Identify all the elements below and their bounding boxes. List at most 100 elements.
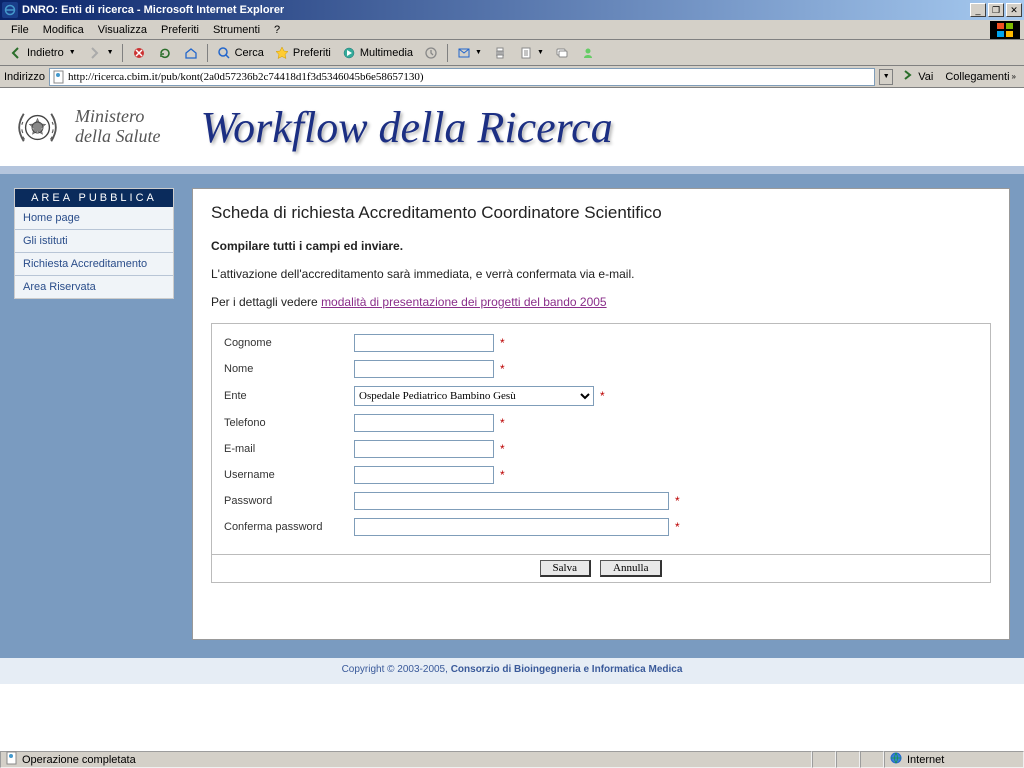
menu-strumenti[interactable]: Strumenti	[206, 22, 267, 38]
input-email[interactable]	[354, 440, 494, 458]
messenger-icon	[580, 45, 596, 61]
forward-arrow-icon	[86, 45, 102, 61]
toolbar: Indietro ▼ ▼ Cerca Preferiti Multimedia …	[0, 40, 1024, 66]
row-cognome: Cognome *	[224, 334, 978, 352]
edit-button[interactable]: ▼	[514, 43, 548, 63]
main-layout: AREA PUBBLICA Home page Gli istituti Ric…	[0, 174, 1024, 654]
home-icon	[183, 45, 199, 61]
internet-zone-icon	[889, 751, 903, 768]
sidebar-item-istituti[interactable]: Gli istituti	[15, 230, 173, 253]
menu-preferiti[interactable]: Preferiti	[154, 22, 206, 38]
multimedia-button[interactable]: Multimedia	[337, 43, 417, 63]
italian-emblem-icon	[10, 100, 65, 155]
status-text-cell: Operazione completata	[0, 751, 812, 768]
input-cognome[interactable]	[354, 334, 494, 352]
edit-icon	[518, 45, 534, 61]
form-instruction: Compilare tutti i campi ed inviare.	[211, 239, 991, 253]
address-input-wrapper[interactable]	[49, 68, 875, 86]
select-ente[interactable]: Ospedale Pediatrico Bambino Gesù	[354, 386, 594, 406]
search-button[interactable]: Cerca	[212, 43, 268, 63]
back-button[interactable]: Indietro ▼	[4, 43, 80, 63]
statusbar: Operazione completata Internet	[0, 750, 1024, 768]
page-done-icon	[5, 751, 19, 768]
close-button[interactable]: ✕	[1006, 3, 1022, 17]
details-prefix: Per i dettagli vedere	[211, 295, 321, 309]
links-label: Collegamenti	[945, 71, 1009, 83]
button-row: Salva Annulla	[211, 555, 991, 583]
label-password: Password	[224, 495, 354, 507]
input-password[interactable]	[354, 492, 669, 510]
history-icon	[423, 45, 439, 61]
minimize-button[interactable]: _	[970, 3, 986, 17]
address-input[interactable]	[68, 71, 872, 83]
links-chevron-icon: »	[1012, 72, 1016, 81]
sidebar-item-home[interactable]: Home page	[15, 207, 173, 230]
cancel-button[interactable]: Annulla	[600, 560, 662, 577]
status-cell-1	[812, 751, 836, 768]
stop-button[interactable]	[127, 43, 151, 63]
input-conferma-password[interactable]	[354, 518, 669, 536]
details-link[interactable]: modalità di presentazione dei progetti d…	[321, 295, 607, 309]
label-nome: Nome	[224, 363, 354, 375]
history-button[interactable]	[419, 43, 443, 63]
multimedia-icon	[341, 45, 357, 61]
status-cell-3	[860, 751, 884, 768]
menu-visualizza[interactable]: Visualizza	[91, 22, 154, 38]
window-titlebar: DNRO: Enti di ricerca - Microsoft Intern…	[0, 0, 1024, 20]
required-mark: *	[500, 416, 505, 430]
status-text: Operazione completata	[22, 754, 136, 766]
form-box: Cognome * Nome * Ente Ospedale Pediatric…	[211, 323, 991, 555]
input-nome[interactable]	[354, 360, 494, 378]
forward-button[interactable]: ▼	[82, 43, 118, 63]
sidebar-item-richiesta[interactable]: Richiesta Accreditamento	[15, 253, 173, 276]
refresh-button[interactable]	[153, 43, 177, 63]
address-label: Indirizzo	[4, 71, 45, 83]
toolbar-separator	[207, 44, 208, 62]
mail-button[interactable]: ▼	[452, 43, 486, 63]
page-icon	[52, 70, 66, 84]
input-telefono[interactable]	[354, 414, 494, 432]
home-button[interactable]	[179, 43, 203, 63]
maximize-button[interactable]: ❐	[988, 3, 1004, 17]
activation-text: L'attivazione dell'accreditamento sarà i…	[211, 267, 991, 281]
favorites-button[interactable]: Preferiti	[270, 43, 335, 63]
go-arrow-icon	[901, 68, 915, 85]
menu-file[interactable]: File	[4, 22, 36, 38]
toolbar-separator	[122, 44, 123, 62]
forward-dropdown-icon: ▼	[107, 49, 114, 56]
address-dropdown[interactable]: ▼	[879, 69, 893, 85]
save-button[interactable]: Salva	[540, 560, 591, 577]
input-username[interactable]	[354, 466, 494, 484]
links-button[interactable]: Collegamenti »	[941, 70, 1020, 84]
status-zone: Internet	[884, 751, 1024, 768]
required-mark: *	[500, 468, 505, 482]
sidebar-item-area-riservata[interactable]: Area Riservata	[15, 276, 173, 298]
messenger-button[interactable]	[576, 43, 600, 63]
copyright-org: Consorzio di Bioingegneria e Informatica…	[451, 664, 683, 675]
row-ente: Ente Ospedale Pediatrico Bambino Gesù *	[224, 386, 978, 406]
ministero-line1: Ministero	[75, 107, 160, 127]
label-telefono: Telefono	[224, 417, 354, 429]
details-text: Per i dettagli vedere modalità di presen…	[211, 295, 991, 309]
row-nome: Nome *	[224, 360, 978, 378]
workflow-title: Workflow della Ricerca	[200, 102, 612, 153]
discussion-button[interactable]	[550, 43, 574, 63]
menu-help[interactable]: ?	[267, 22, 287, 38]
status-cell-2	[836, 751, 860, 768]
row-email: E-mail *	[224, 440, 978, 458]
blue-strip	[0, 166, 1024, 174]
menubar: File Modifica Visualizza Preferiti Strum…	[0, 20, 1024, 40]
back-label: Indietro	[27, 47, 64, 59]
discussion-icon	[554, 45, 570, 61]
row-conferma-password: Conferma password *	[224, 518, 978, 536]
mail-icon	[456, 45, 472, 61]
go-button[interactable]: Vai	[897, 67, 937, 86]
ministero-text: Ministero della Salute	[75, 107, 160, 147]
favorites-label: Preferiti	[293, 47, 331, 59]
label-email: E-mail	[224, 443, 354, 455]
menu-modifica[interactable]: Modifica	[36, 22, 91, 38]
required-mark: *	[600, 389, 605, 403]
go-label: Vai	[918, 71, 933, 83]
row-telefono: Telefono *	[224, 414, 978, 432]
print-button[interactable]	[488, 43, 512, 63]
